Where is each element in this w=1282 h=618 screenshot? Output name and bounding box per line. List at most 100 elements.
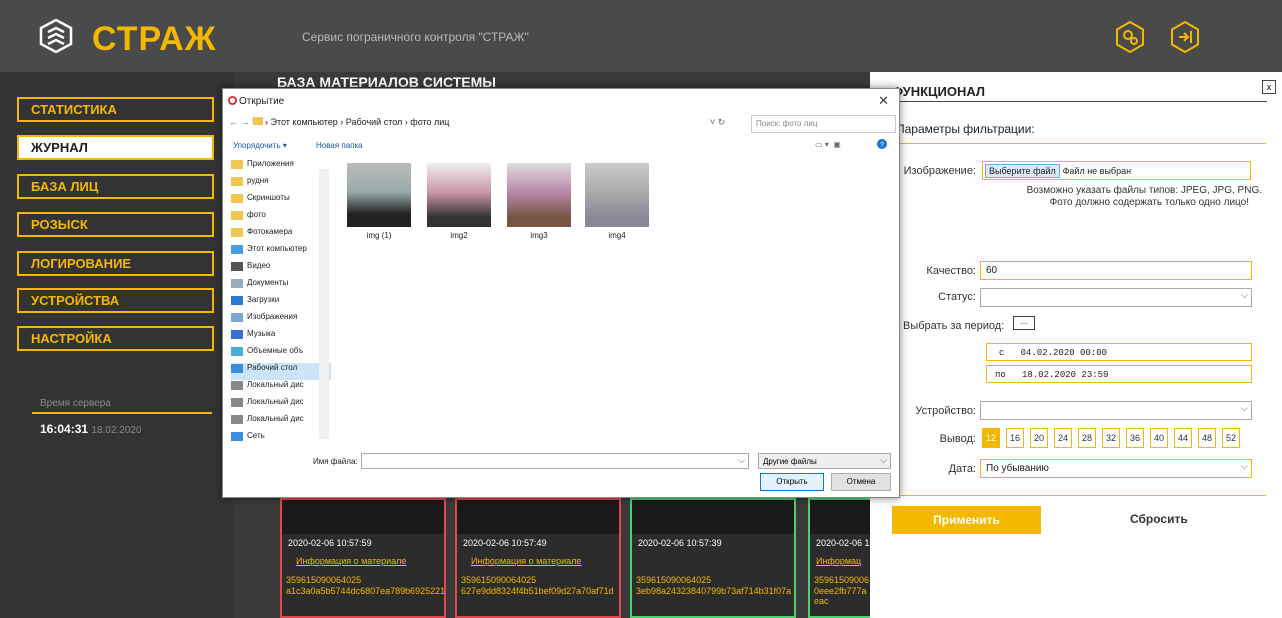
output-option[interactable]: 12 <box>982 428 1000 448</box>
tree-item: Локальный дис <box>231 414 331 431</box>
date-sort-select[interactable]: По убыванию ⌵ <box>980 459 1252 478</box>
tree-item: Локальный дис <box>231 380 331 397</box>
sidebar-item-journal[interactable]: ЖУРНАЛ <box>17 135 214 160</box>
tree-item: Рабочий стол <box>231 363 331 380</box>
tree-scrollbar[interactable] <box>319 169 329 439</box>
output-option[interactable]: 44 <box>1174 428 1192 448</box>
tree-item: Приложения <box>231 159 331 176</box>
output-option[interactable]: 52 <box>1222 428 1240 448</box>
card-number: 359615090064025 <box>636 575 712 585</box>
divider <box>32 412 212 414</box>
card-hash: a1c3a0a5b5744dc6807ea789b6925221 <box>286 586 446 596</box>
output-option[interactable]: 28 <box>1078 428 1096 448</box>
output-option[interactable]: 36 <box>1126 428 1144 448</box>
file-thumbnail[interactable] <box>427 163 491 227</box>
address-bar[interactable]: › Этот компьютер › Рабочий стол › фото л… <box>253 117 743 133</box>
help-icon[interactable]: ? <box>877 139 887 149</box>
file-name-label: img2 <box>450 231 468 240</box>
apply-button[interactable]: Применить <box>892 506 1041 534</box>
shield-logo-icon <box>39 18 73 54</box>
period-from-field[interactable]: с 04.02.2020 00:00 <box>986 343 1252 361</box>
filetype-select[interactable]: Другие файлы ⌵ <box>758 453 891 469</box>
filename-input[interactable]: ⌵ <box>361 453 749 469</box>
output-option[interactable]: 24 <box>1054 428 1072 448</box>
date-label: Дата: <box>948 463 976 475</box>
sidebar-item-statistics[interactable]: СТАТИСТИКА <box>17 97 214 122</box>
file-thumbnail[interactable] <box>585 163 649 227</box>
status-label: Статус: <box>938 291 976 303</box>
status-select[interactable]: ⌵ <box>980 288 1252 307</box>
open-button[interactable]: Открыть <box>760 473 824 491</box>
filename-label: Имя файла: <box>313 457 358 466</box>
tree-item: Видео <box>231 261 331 278</box>
gear-icon[interactable] <box>1113 20 1147 54</box>
file-name-label: img (1) <box>366 231 392 240</box>
top-bar: СТРАЖ Сервис пограничного контроля "СТРА… <box>0 0 1282 72</box>
close-button[interactable]: x <box>1262 80 1276 94</box>
dialog-title: Открытие <box>239 96 285 107</box>
material-card[interactable]: 2020-02-06 10:57:59 Информация о материа… <box>280 498 446 618</box>
tree-item: рудня <box>231 176 331 193</box>
card-photo <box>457 500 619 534</box>
chevron-down-icon: ⌵ <box>880 455 887 465</box>
reset-button[interactable]: Сбросить <box>1130 512 1188 526</box>
card-number: 359615090064025 <box>461 575 537 585</box>
tree-item: Загрузки <box>231 295 331 312</box>
tree-item: Сеть <box>231 431 331 448</box>
choose-file-button[interactable]: Выберите файл <box>985 164 1060 178</box>
card-hash: 3eb98a24323840799b73af714b31f07a <box>636 586 792 596</box>
card-hash: 0eee2fb777aeac <box>814 586 867 606</box>
cancel-button[interactable]: Отмена <box>831 473 891 491</box>
new-folder-button[interactable]: Новая папка <box>316 141 363 150</box>
sidebar-item-logging[interactable]: ЛОГИРОВАНИЕ <box>17 251 214 276</box>
file-thumbnail[interactable] <box>347 163 411 227</box>
folder-tree[interactable]: Приложения рудня Скриншоты фото Фотокаме… <box>231 159 331 453</box>
period-to-field[interactable]: по 18.02.2020 23:59 <box>986 365 1252 383</box>
image-label: Изображение: <box>903 165 976 177</box>
card-datetime: 2020-02-06 10:57:39 <box>638 538 722 548</box>
file-thumbnail[interactable] <box>507 163 571 227</box>
tree-item: Документы <box>231 278 331 295</box>
material-card[interactable]: 2020-02-06 1 Информац 35961509006 0eee2f… <box>808 498 870 618</box>
tree-item: Объемные объ <box>231 346 331 363</box>
sidebar-item-faces-db[interactable]: БАЗА ЛИЦ <box>17 174 214 199</box>
tree-item: Этот компьютер <box>231 244 331 261</box>
output-option[interactable]: 32 <box>1102 428 1120 448</box>
image-file-input[interactable]: Выберите файл Файл не выбран <box>982 161 1251 180</box>
file-type-hint: Возможно указать файлы типов: JPEG, JPG,… <box>1026 185 1262 196</box>
chevron-down-icon: ⌵ <box>1241 290 1248 300</box>
search-input[interactable]: Поиск: фото лиц <box>751 115 896 133</box>
card-hash: 627e9dd8324f4b51bef09d27a70af71d <box>461 586 614 596</box>
close-icon[interactable]: ✕ <box>878 93 889 109</box>
server-date: 18.02.2020 <box>91 425 142 436</box>
material-card[interactable]: 2020-02-06 10:57:49 Информация о материа… <box>455 498 621 618</box>
refresh-icon[interactable]: ˅ ↻ <box>710 117 725 128</box>
one-face-hint: Фото должно содержать только одно лицо! <box>1049 197 1249 208</box>
file-open-dialog: Открытие ✕ ← → ˅ ↑ › Этот компьютер › Ра… <box>222 88 900 498</box>
output-option[interactable]: 20 <box>1030 428 1048 448</box>
quality-input[interactable]: 60 <box>980 261 1252 280</box>
opera-icon <box>228 96 237 105</box>
sidebar-item-devices[interactable]: УСТРОЙСТВА <box>17 288 214 313</box>
logout-icon[interactable] <box>1168 20 1202 54</box>
period-picker-button[interactable]: ... <box>1013 316 1035 330</box>
output-option[interactable]: 40 <box>1150 428 1168 448</box>
file-name-label: img3 <box>530 231 548 240</box>
material-card[interactable]: 2020-02-06 10:57:39 359615090064025 3eb9… <box>630 498 796 618</box>
card-info-link[interactable]: Информация о материале <box>296 556 406 566</box>
no-file-text: Файл не выбран <box>1062 166 1132 176</box>
output-option[interactable]: 16 <box>1006 428 1024 448</box>
file-name-label: img4 <box>608 231 626 240</box>
output-option[interactable]: 48 <box>1198 428 1216 448</box>
sidebar-item-settings[interactable]: НАСТРОЙКА <box>17 326 214 351</box>
view-icons[interactable]: ▭ ▾ ▣ <box>815 140 841 149</box>
device-select[interactable]: ⌵ <box>980 401 1252 420</box>
card-info-link[interactable]: Информация о материале <box>471 556 581 566</box>
device-label: Устройство: <box>915 405 976 417</box>
card-info-link[interactable]: Информац <box>816 556 861 566</box>
server-time: 16:04:31 18.02.2020 <box>40 422 142 436</box>
card-datetime: 2020-02-06 10:57:49 <box>463 538 547 548</box>
organize-menu[interactable]: Упорядочить ▾ <box>233 141 287 150</box>
sidebar-item-search[interactable]: РОЗЫСК <box>17 212 214 237</box>
filter-subtitle: Параметры фильтрации: <box>896 122 1035 136</box>
